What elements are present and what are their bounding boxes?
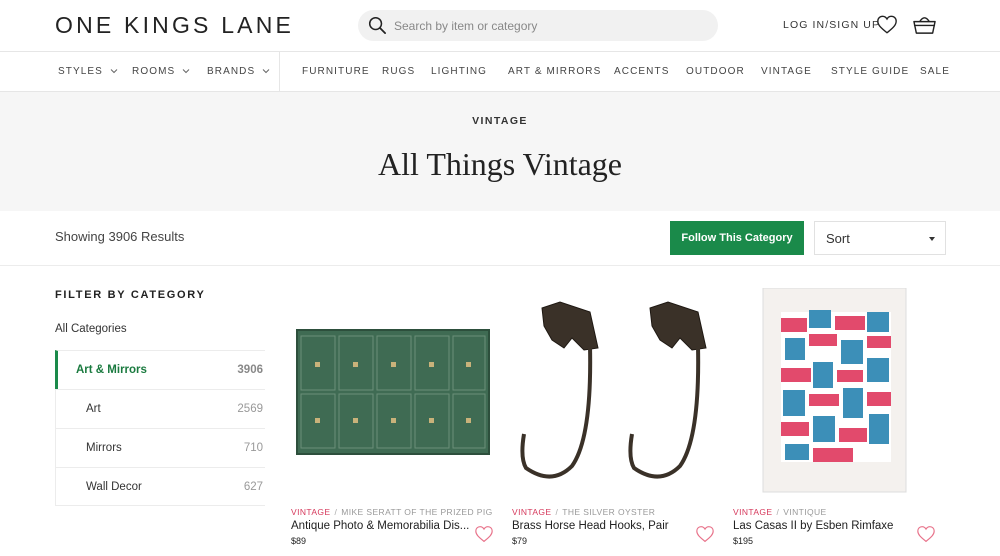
nav-divider bbox=[279, 52, 280, 92]
nav-art-mirrors[interactable]: ART & MIRRORS bbox=[508, 66, 601, 77]
category-item-mirrors[interactable]: Mirrors 710 bbox=[55, 428, 265, 467]
chevron-down-icon bbox=[182, 69, 190, 74]
category-item-wall-decor[interactable]: Wall Decor 627 bbox=[55, 467, 265, 506]
search-input[interactable] bbox=[394, 15, 694, 36]
category-item-art[interactable]: Art 2569 bbox=[55, 389, 265, 428]
vendor-name[interactable]: THE SILVER OYSTER bbox=[562, 507, 655, 517]
nav-accents[interactable]: ACCENTS bbox=[614, 66, 669, 77]
nav-vintage[interactable]: VINTAGE bbox=[761, 66, 812, 77]
product-meta: VINTAGE / VINTIQUE bbox=[733, 507, 948, 517]
product-price: $89 bbox=[291, 536, 307, 546]
filter-heading: FILTER BY CATEGORY bbox=[55, 289, 206, 301]
search-icon[interactable] bbox=[368, 16, 387, 35]
nav-brands-label: BRANDS bbox=[207, 66, 256, 77]
meta-separator: / bbox=[555, 507, 559, 517]
nav-lighting[interactable]: LIGHTING bbox=[431, 66, 487, 77]
search-bar[interactable] bbox=[358, 10, 718, 41]
page-title: All Things Vintage bbox=[378, 146, 622, 182]
heart-icon[interactable] bbox=[916, 525, 936, 543]
sort-label: Sort bbox=[826, 231, 850, 246]
caret-down-icon bbox=[929, 237, 935, 241]
nav-rooms[interactable]: ROOMS bbox=[132, 66, 190, 77]
main-nav: STYLES ROOMS BRANDS FURNITURE RUGS LIGHT… bbox=[0, 52, 1000, 92]
product-meta: VINTAGE / THE SILVER OYSTER bbox=[512, 507, 727, 517]
site-header: ONE KINGS LANE LOG IN/SIGN UP bbox=[0, 0, 1000, 52]
nav-styles[interactable]: STYLES bbox=[58, 66, 118, 77]
login-signup-link[interactable]: LOG IN/SIGN UP bbox=[783, 19, 880, 31]
site-logo[interactable]: ONE KINGS LANE bbox=[55, 12, 294, 39]
category-name: Art & Mirrors bbox=[76, 364, 147, 376]
product-image-las-casas-print[interactable] bbox=[733, 288, 938, 494]
nav-outdoor[interactable]: OUTDOOR bbox=[686, 66, 745, 77]
category-item-art-mirrors[interactable]: Art & Mirrors 3906 bbox=[55, 350, 265, 389]
category-name: Mirrors bbox=[86, 442, 122, 454]
product-price: $195 bbox=[733, 536, 754, 546]
nav-styles-label: STYLES bbox=[58, 66, 103, 77]
nav-rooms-label: ROOMS bbox=[132, 66, 176, 77]
product-meta: VINTAGE / MIKE SERATT OF THE PRIZED PIG bbox=[291, 507, 506, 517]
nav-sale[interactable]: SALE bbox=[920, 66, 950, 77]
heart-icon[interactable] bbox=[695, 525, 715, 543]
category-eyebrow: VINTAGE bbox=[472, 115, 528, 127]
heart-icon[interactable] bbox=[474, 525, 494, 543]
category-count: 627 bbox=[243, 481, 263, 493]
shopping-basket-icon[interactable] bbox=[912, 13, 937, 36]
vendor-name[interactable]: MIKE SERATT OF THE PRIZED PIG bbox=[341, 507, 492, 517]
vintage-tag[interactable]: VINTAGE bbox=[291, 507, 330, 517]
category-name: Art bbox=[86, 403, 101, 415]
favorites-heart-icon[interactable] bbox=[876, 14, 898, 35]
nav-brands[interactable]: BRANDS bbox=[207, 66, 270, 77]
product-name[interactable]: Antique Photo & Memorabilia Dis... bbox=[291, 520, 471, 532]
vendor-name[interactable]: VINTIQUE bbox=[783, 507, 826, 517]
category-list: Art & Mirrors 3906 Art 2569 Mirrors 710 … bbox=[55, 350, 265, 506]
sort-dropdown[interactable]: Sort bbox=[814, 221, 946, 255]
chevron-down-icon bbox=[262, 69, 270, 74]
product-price: $79 bbox=[512, 536, 528, 546]
vintage-tag[interactable]: VINTAGE bbox=[733, 507, 772, 517]
category-count: 710 bbox=[243, 442, 263, 454]
meta-separator: / bbox=[776, 507, 780, 517]
nav-furniture[interactable]: FURNITURE bbox=[302, 66, 370, 77]
nav-rugs[interactable]: RUGS bbox=[382, 66, 415, 77]
all-categories-link[interactable]: All Categories bbox=[55, 323, 127, 335]
category-count: 3906 bbox=[237, 364, 263, 376]
category-name: Wall Decor bbox=[86, 481, 142, 493]
category-count: 2569 bbox=[237, 403, 263, 415]
product-image-memorabilia-display[interactable] bbox=[291, 288, 496, 494]
category-hero: VINTAGE All Things Vintage bbox=[0, 92, 1000, 211]
product-name[interactable]: Las Casas II by Esben Rimfaxe bbox=[733, 520, 913, 532]
results-count: Showing 3906 Results bbox=[55, 229, 185, 244]
vintage-tag[interactable]: VINTAGE bbox=[512, 507, 551, 517]
product-image-horse-hooks[interactable] bbox=[512, 288, 717, 494]
meta-separator: / bbox=[334, 507, 338, 517]
follow-category-button[interactable]: Follow This Category bbox=[670, 221, 804, 255]
chevron-down-icon bbox=[110, 69, 118, 74]
nav-style-guide[interactable]: STYLE GUIDE bbox=[831, 66, 909, 77]
results-toolbar: Showing 3906 Results Follow This Categor… bbox=[0, 211, 1000, 266]
product-name[interactable]: Brass Horse Head Hooks, Pair bbox=[512, 520, 692, 532]
